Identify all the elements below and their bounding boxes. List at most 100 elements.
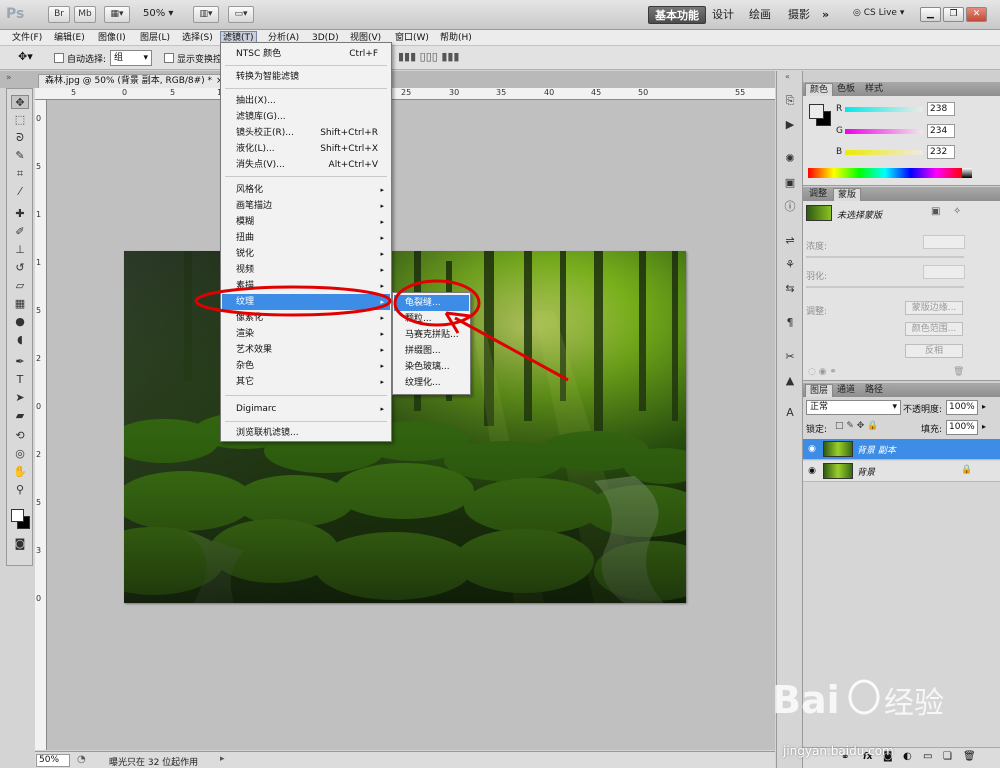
filter-brush-strokes[interactable]: 画笔描边 ▸ [222,198,390,214]
black-white-ramp[interactable] [962,168,972,178]
trash-icon[interactable]: 🗑 [953,367,964,377]
filter-video[interactable]: 视频 ▸ [222,262,390,278]
tab-masks[interactable]: 蒙版 [833,188,862,201]
workspace-design-button[interactable]: 设计 [706,6,740,24]
bridge-button[interactable]: Br [48,6,70,23]
group-icon[interactable]: ▭ [923,751,932,762]
status-info-icon[interactable]: ◔ [77,754,86,765]
type-tool-icon[interactable]: T [11,373,29,387]
filter-blur[interactable]: 模糊 ▸ [222,214,390,230]
move-tool-preset-icon[interactable]: ✥▾ [18,50,33,63]
tab-layers[interactable]: 图层 [805,384,834,397]
workspace-basic-button[interactable]: 基本功能 [648,6,706,24]
move-tool-icon[interactable]: ✥ [11,95,29,109]
feather-slider[interactable] [806,286,964,288]
healing-brush-tool-icon[interactable]: ✚ [11,207,29,221]
status-menu-arrow-icon[interactable]: ▸ [220,754,225,764]
color-range-button[interactable]: 颜色范围... [905,322,963,336]
vector-mask-icon[interactable]: ✧ [953,206,961,217]
crop-tool-icon[interactable]: ⌗ [11,167,29,181]
history-panel-icon[interactable]: ⎘ [781,93,799,109]
visibility-eye-icon[interactable]: ◉ [805,442,819,456]
tools-options-panel-icon[interactable]: ✂ [781,349,799,365]
color-spectrum-bar[interactable] [808,168,962,178]
character-panel-icon[interactable]: A [781,405,799,421]
new-layer-icon[interactable]: ❏ [943,751,952,762]
marquee-tool-icon[interactable]: ⬚ [11,113,29,127]
clone-source-panel-icon[interactable]: ▣ [781,175,799,191]
brushes-panel-icon[interactable]: ✺ [781,151,799,167]
collapse-toolbar-icon[interactable]: » [6,73,12,83]
red-slider[interactable] [845,107,923,112]
layer-row-background-copy[interactable]: ◉ 背景 副本 [803,439,1000,460]
filter-digimarc[interactable]: Digimarc ▸ [222,401,390,417]
zoom-tool-icon[interactable]: ⚲ [11,483,29,497]
filter-render[interactable]: 渲染 ▸ [222,326,390,342]
tab-styles[interactable]: 样式 [861,83,887,96]
menu-layer[interactable]: 图层(L) [138,31,172,45]
adjustment-icon[interactable]: ◐ [903,751,912,762]
opacity-field[interactable]: 100% [946,400,978,415]
quick-mask-icon[interactable]: ◙ [11,537,29,551]
trash-icon[interactable]: 🗑 [963,751,976,762]
opacity-arrow-icon[interactable]: ▸ [982,402,986,411]
arrange-documents-button[interactable]: ▥▾ [193,6,219,23]
hand-tool-icon[interactable]: ✋ [11,465,29,479]
info-panel-icon[interactable]: ⓘ [781,199,799,215]
auto-select-checkbox[interactable] [54,53,64,63]
texture-craquelure[interactable]: 龟裂缝... [394,295,469,311]
color-panel-foreground-swatch[interactable] [809,104,824,119]
path-selection-tool-icon[interactable]: ➤ [11,391,29,405]
3d-rotate-tool-icon[interactable]: ⟲ [11,429,29,443]
mask-edge-button[interactable]: 蒙版边缘... [905,301,963,315]
filter-sharpen[interactable]: 锐化 ▸ [222,246,390,262]
visibility-eye-icon[interactable]: ◉ [805,464,819,478]
green-value-field[interactable]: 234 [927,124,955,138]
clone-stamp-tool-icon[interactable]: ⊥ [11,243,29,257]
menu-edit[interactable]: 编辑(E) [52,31,87,45]
texture-patchwork[interactable]: 拼缀图... [394,343,469,359]
texture-texturizer[interactable]: 纹理化... [394,375,469,391]
filter-pixelate[interactable]: 像素化 ▸ [222,310,390,326]
red-value-field[interactable]: 238 [927,102,955,116]
adjustments-panel-icon[interactable]: ⇌ [781,233,799,249]
show-transform-checkbox[interactable] [164,53,174,63]
foreground-color-swatch[interactable] [11,509,24,522]
more-workspaces-button[interactable]: » [816,6,835,24]
layer-row-background[interactable]: ◉ 背景 🔒 [803,461,1000,482]
eraser-tool-icon[interactable]: ▱ [11,279,29,293]
cs-live-button[interactable]: ◎ CS Live ▾ [853,8,904,18]
close-window-button[interactable]: ✕ [966,7,987,22]
paragraph-panel-icon[interactable]: ¶ [781,315,799,331]
filter-extract[interactable]: 抽出(X)... [222,93,390,109]
history-brush-tool-icon[interactable]: ↺ [11,261,29,275]
invert-button[interactable]: 反相 [905,344,963,358]
filter-stylize[interactable]: 风格化 ▸ [222,182,390,198]
texture-stained-glass[interactable]: 染色玻璃... [394,359,469,375]
eyedropper-tool-icon[interactable]: ⁄ [11,185,29,199]
texture-grain[interactable]: 颗粒... [394,311,469,327]
restore-button[interactable]: ❐ [943,7,964,22]
filter-other[interactable]: 其它 ▸ [222,374,390,390]
screen-mode-button[interactable]: ▭▾ [228,6,254,23]
green-slider[interactable] [845,129,923,134]
filter-vanishing-point[interactable]: 消失点(V)... Alt+Ctrl+V [222,157,390,173]
minimize-button[interactable]: ▁ [920,7,941,22]
density-slider[interactable] [806,256,964,258]
zoom-level-select[interactable]: 50% ▾ [143,8,173,19]
blue-value-field[interactable]: 232 [927,145,955,159]
fill-arrow-icon[interactable]: ▸ [982,422,986,431]
gradient-tool-icon[interactable]: ▦ [11,297,29,311]
menu-select[interactable]: 选择(S) [180,31,215,45]
3d-orbit-tool-icon[interactable]: ◎ [11,447,29,461]
workspace-photography-button[interactable]: 摄影 [782,6,816,24]
status-zoom-field[interactable]: 50% [36,754,70,767]
feather-field[interactable] [923,265,965,279]
lasso-tool-icon[interactable]: ᘐ [11,131,29,145]
blur-tool-icon[interactable]: ● [11,315,29,329]
filter-sketch[interactable]: 素描 ▸ [222,278,390,294]
menu-image[interactable]: 图像(I) [96,31,128,45]
auto-select-dropdown[interactable]: 组 ▾ [110,50,152,66]
shape-tool-icon[interactable]: ▰ [11,409,29,423]
mini-bridge-button[interactable]: Mb [74,6,96,23]
